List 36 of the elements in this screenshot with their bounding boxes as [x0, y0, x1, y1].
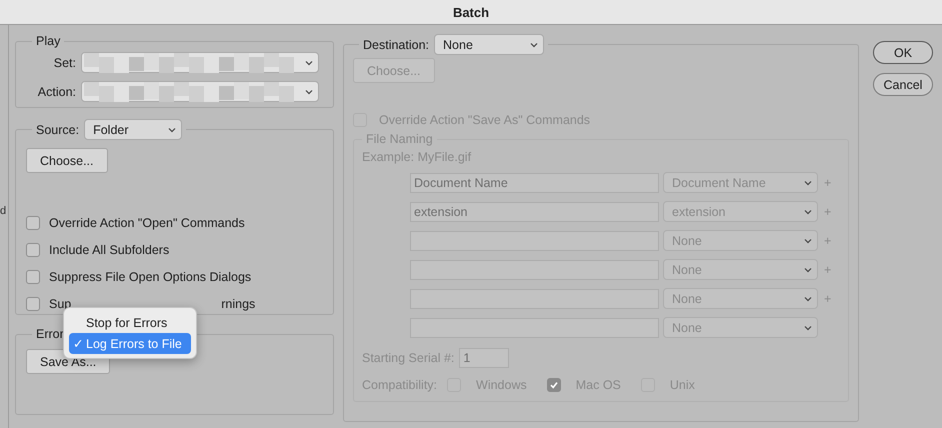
checkbox-label: Suppress File Open Options Dialogs [49, 270, 252, 284]
dropdown[interactable] [81, 52, 319, 73]
chevron-icon [530, 42, 538, 48]
chevron-icon [804, 208, 812, 214]
chevron-icon [305, 60, 313, 66]
field-label: Action: [36, 84, 76, 98]
chevron-icon [305, 88, 313, 94]
menu-item[interactable]: ✓ Log Errors to File [69, 333, 191, 354]
source-dropdown[interactable]: Folder [84, 119, 182, 140]
chevron-icon [168, 126, 176, 132]
checkbox[interactable] [26, 296, 40, 310]
dropdown[interactable] [81, 81, 319, 102]
checkbox[interactable] [26, 242, 40, 256]
checkmark-icon [548, 380, 559, 390]
chevron-icon [804, 324, 812, 330]
checkbox[interactable] [26, 270, 40, 284]
checkbox-label: Override Action "Open" Commands [49, 216, 245, 230]
chevron-icon [804, 180, 812, 186]
chevron-icon [804, 296, 812, 302]
chevron-icon [804, 238, 812, 244]
group-title: Play [36, 34, 60, 48]
errors-label: Error [36, 327, 64, 341]
choose-button[interactable]: Choose... [26, 148, 108, 173]
checkbox-label: Include All Subfolders [49, 242, 170, 256]
background-text: d [0, 205, 6, 217]
checkbox[interactable] [26, 216, 40, 230]
source-label: Source: [36, 122, 80, 136]
cancel-button[interactable]: Cancel [873, 73, 933, 96]
destination-label: Destination: [363, 38, 430, 52]
window-title: Batch [452, 4, 490, 20]
ok-button[interactable]: OK [873, 41, 933, 64]
checkbox-label: rnings [221, 296, 256, 310]
chevron-icon [804, 266, 812, 272]
field-label: Set: [52, 56, 76, 70]
checkbox-label: Sup [49, 296, 72, 310]
menu-item[interactable]: Stop for Errors [69, 312, 191, 333]
